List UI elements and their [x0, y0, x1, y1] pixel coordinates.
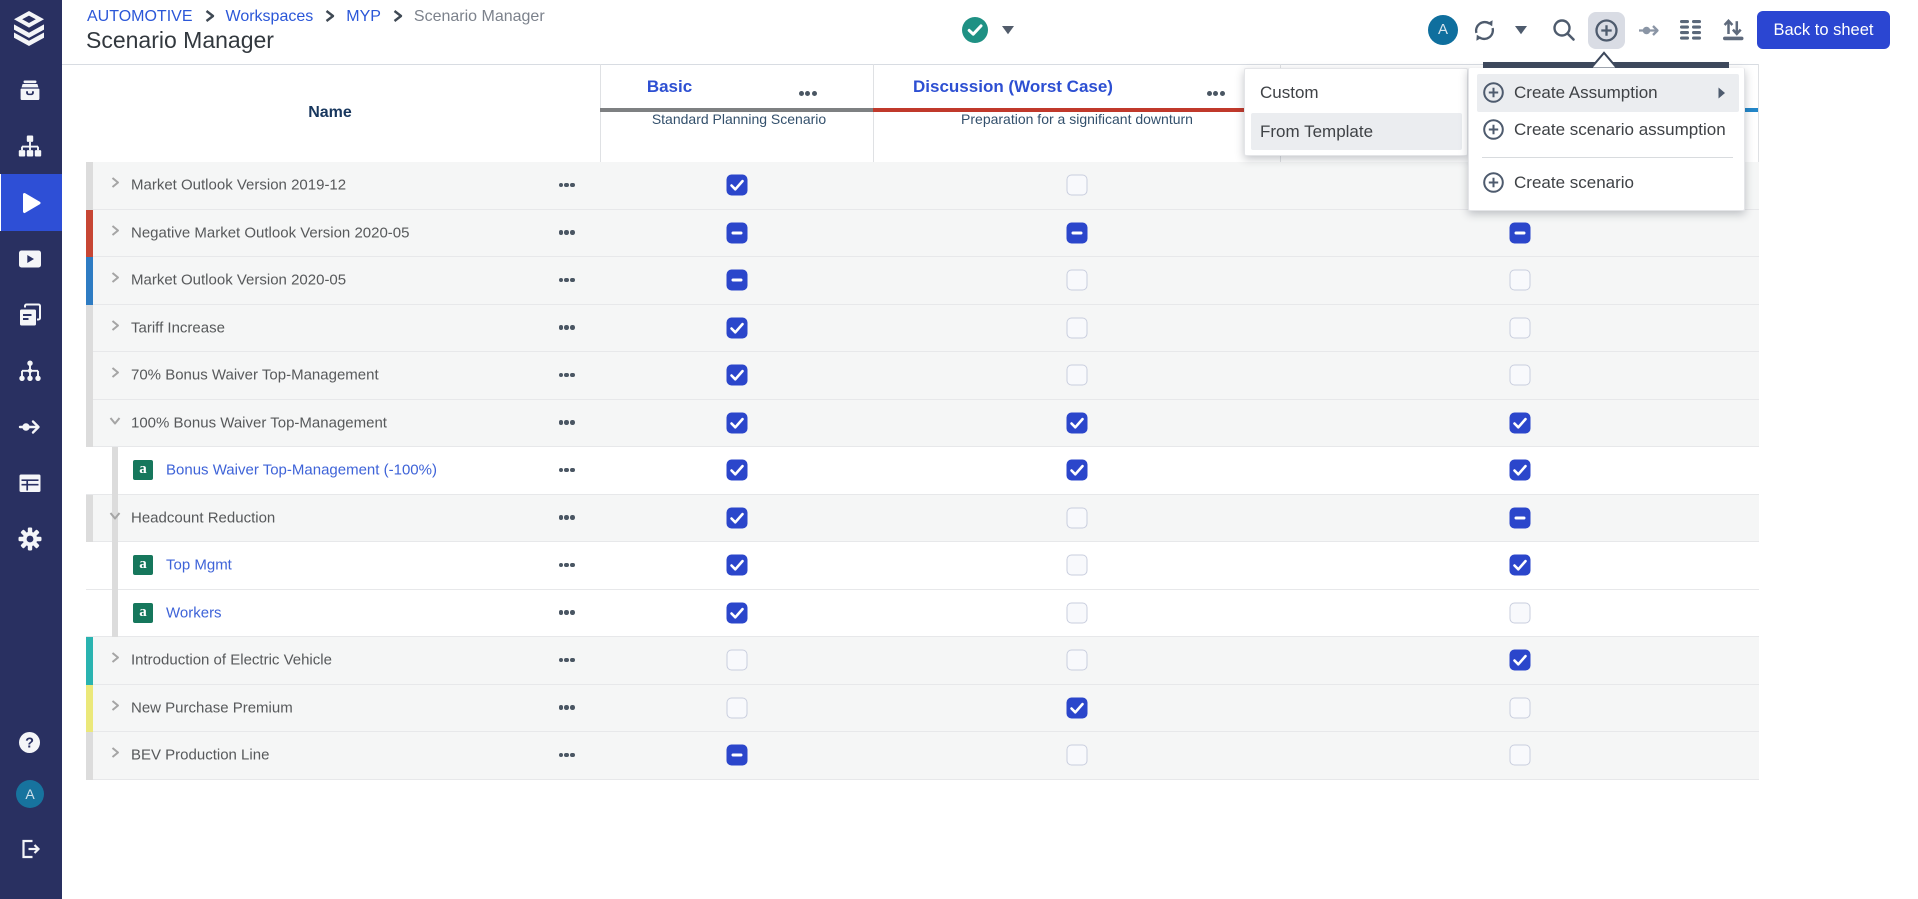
- svg-text:?: ?: [25, 735, 34, 751]
